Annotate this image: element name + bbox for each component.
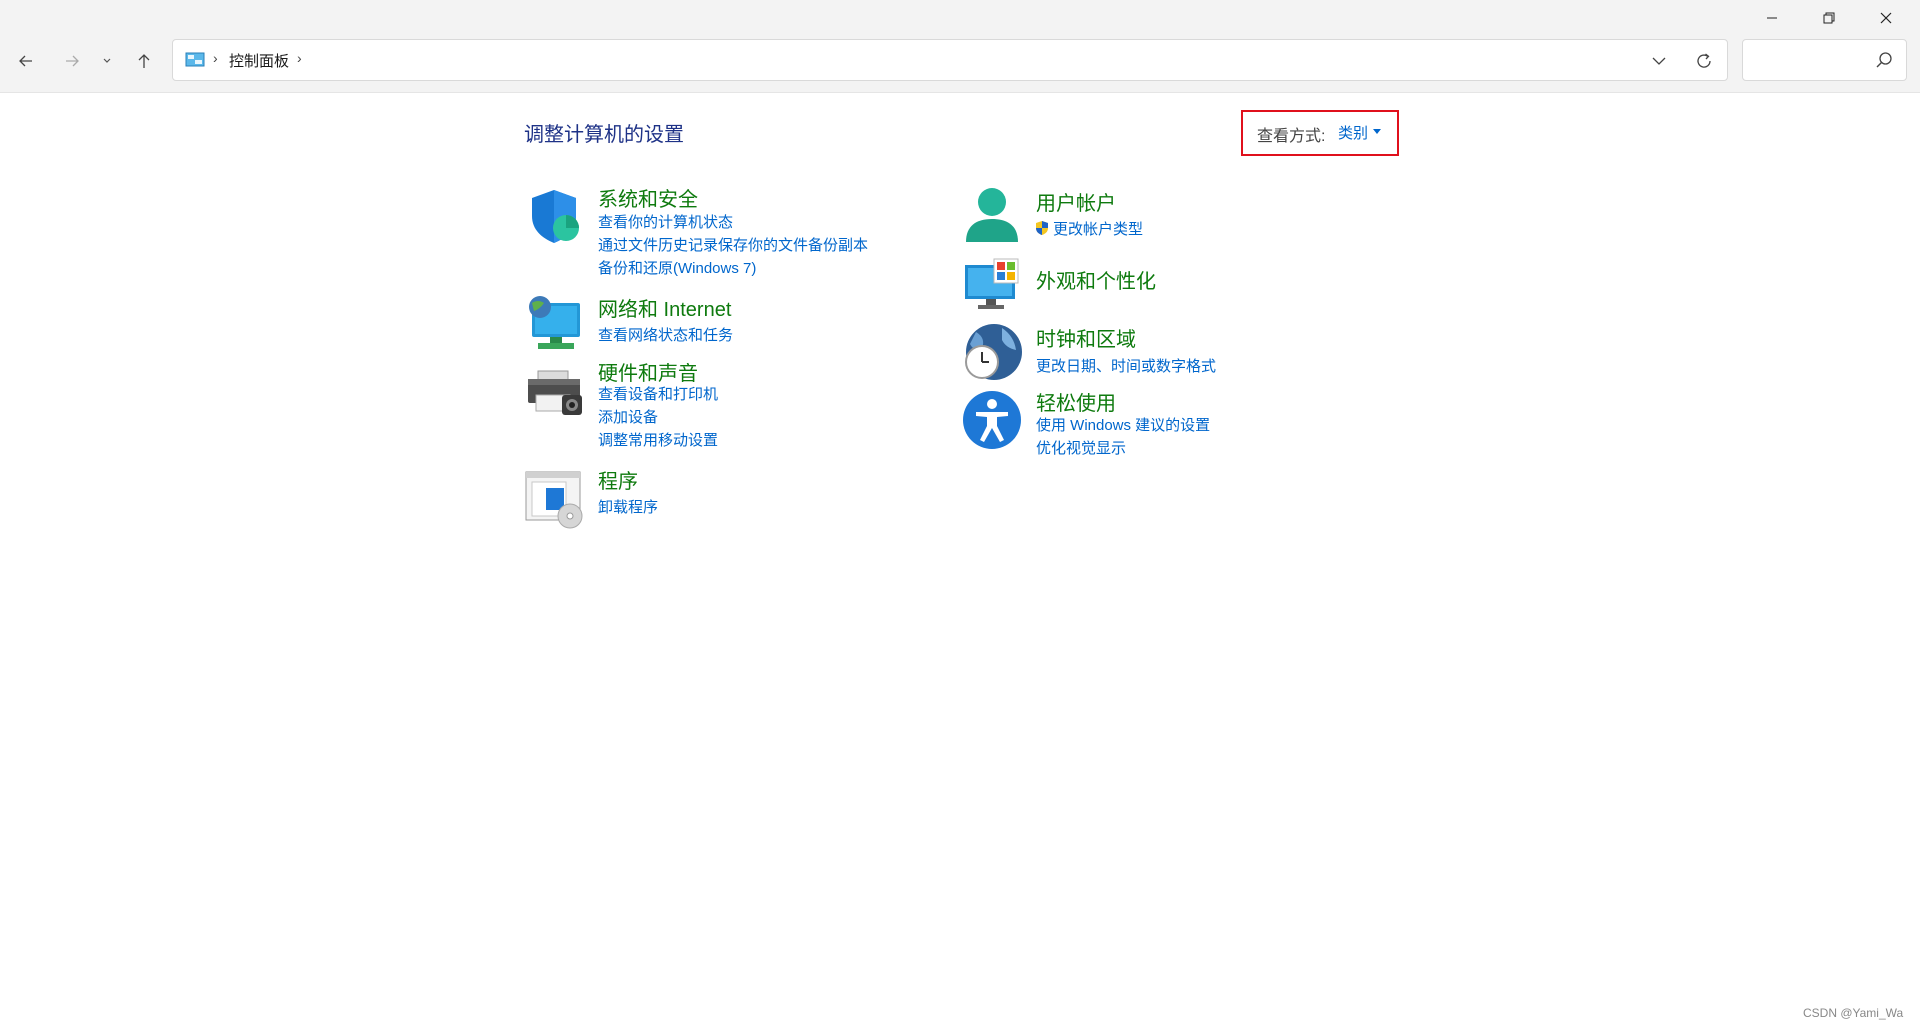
link-change-account-type-label: 更改帐户类型 [1053, 221, 1144, 238]
category-title-appearance[interactable]: 外观和个性化 [1036, 265, 1156, 294]
search-box[interactable] [1742, 39, 1907, 81]
link-date-time-format[interactable]: 更改日期、时间或数字格式 [1036, 355, 1216, 376]
up-button[interactable] [126, 44, 162, 78]
restore-icon [1823, 12, 1834, 24]
appearance-icon [965, 258, 1019, 309]
network-icon [529, 296, 580, 349]
close-icon [1880, 12, 1891, 24]
chevron-down-icon [103, 58, 111, 63]
address-bar[interactable]: › 控制面板 › [172, 39, 1728, 81]
minimize-icon [1766, 17, 1777, 19]
caret-down-icon[interactable] [1373, 129, 1381, 134]
breadcrumb-control-panel[interactable]: 控制面板 [229, 50, 289, 71]
category-title-network-internet[interactable]: 网络和 Internet [598, 293, 731, 322]
page-title: 调整计算机的设置 [524, 124, 684, 146]
user-icon [966, 188, 1018, 242]
category-title-ease-of-access[interactable]: 轻松使用 [1036, 387, 1116, 416]
view-by-dropdown[interactable]: 类别 [1338, 122, 1368, 143]
arrow-left-icon [19, 55, 32, 67]
link-change-account-type[interactable]: 更改帐户类型 [1034, 218, 1143, 239]
link-mobility-settings[interactable]: 调整常用移动设置 [598, 429, 718, 450]
shield-icon [532, 190, 579, 243]
uac-shield-icon [1036, 221, 1048, 235]
back-button[interactable] [8, 44, 44, 78]
clock-globe-icon [965, 324, 1022, 380]
breadcrumb-separator: › [213, 50, 218, 66]
link-view-computer-status[interactable]: 查看你的计算机状态 [598, 211, 733, 232]
category-title-programs[interactable]: 程序 [598, 465, 638, 494]
recent-locations-button[interactable] [92, 44, 122, 78]
search-input[interactable] [1751, 48, 1865, 74]
restore-button[interactable] [1800, 0, 1857, 36]
category-title-hardware-sound[interactable]: 硬件和声音 [598, 357, 698, 386]
watermark: CSDN @Yami_Wa [1803, 1006, 1904, 1020]
search-icon[interactable] [1874, 50, 1894, 70]
accessibility-icon [963, 391, 1021, 449]
link-windows-recommended-settings[interactable]: 使用 Windows 建议的设置 [1036, 414, 1210, 435]
arrow-right-icon [66, 55, 79, 67]
control-panel-icon [185, 52, 205, 67]
link-add-device[interactable]: 添加设备 [598, 406, 658, 427]
window-chrome: › 控制面板 › [0, 0, 1920, 93]
printer-icon [528, 370, 582, 415]
arrow-up-icon [138, 54, 150, 68]
link-network-status[interactable]: 查看网络状态和任务 [598, 324, 733, 345]
close-button[interactable] [1857, 0, 1914, 36]
category-title-clock-region[interactable]: 时钟和区域 [1036, 323, 1136, 352]
link-uninstall-program[interactable]: 卸载程序 [598, 496, 658, 517]
minimize-button[interactable] [1743, 0, 1800, 36]
view-by-label: 查看方式: [1257, 128, 1326, 145]
chevron-down-icon[interactable] [1649, 51, 1669, 71]
forward-button[interactable] [54, 44, 90, 78]
link-file-history-backup[interactable]: 通过文件历史记录保存你的文件备份副本 [598, 234, 868, 255]
programs-icon [525, 471, 583, 529]
category-title-user-accounts[interactable]: 用户帐户 [1036, 187, 1116, 216]
link-backup-restore[interactable]: 备份和还原(Windows 7) [598, 257, 756, 278]
link-devices-printers[interactable]: 查看设备和打印机 [598, 383, 718, 404]
refresh-icon[interactable] [1693, 50, 1715, 72]
breadcrumb-separator[interactable]: › [297, 50, 302, 66]
link-optimize-visual-display[interactable]: 优化视觉显示 [1036, 437, 1126, 458]
category-title-system-security[interactable]: 系统和安全 [598, 183, 698, 212]
